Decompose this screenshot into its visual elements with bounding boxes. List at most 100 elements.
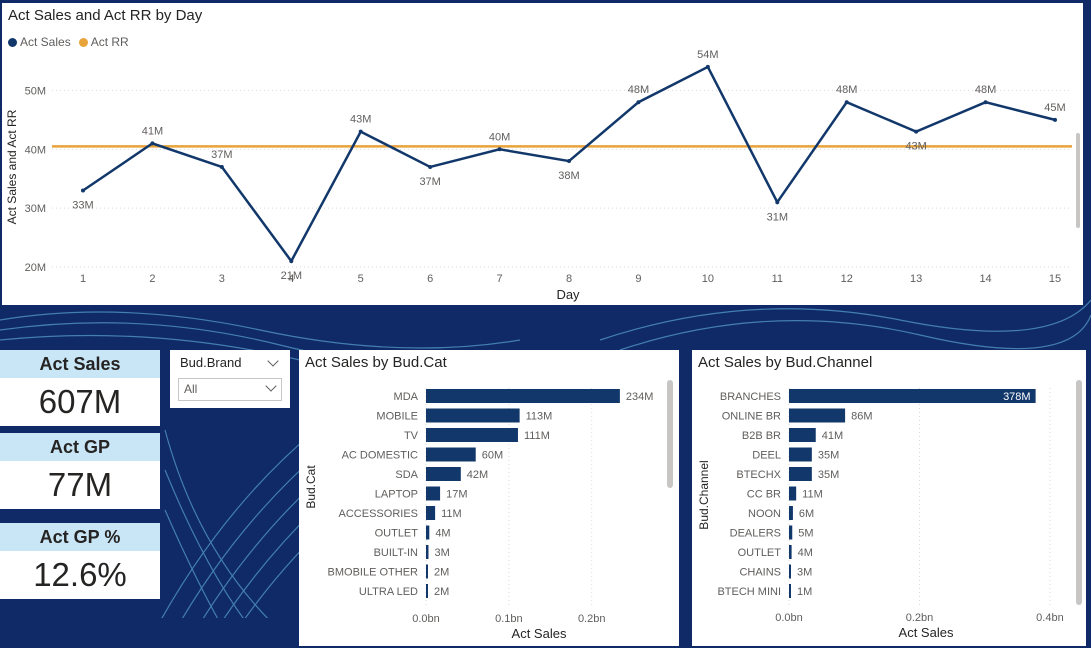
- bar-data-label: 2M: [434, 586, 449, 598]
- bar: [789, 525, 793, 540]
- channel-chart-scrollbar[interactable]: [1076, 380, 1082, 605]
- category-label: TV: [404, 430, 419, 442]
- x-tick-label: 9: [635, 273, 641, 285]
- bar-data-label: 234M: [626, 391, 654, 403]
- act-sales-data-label: 45M: [1044, 102, 1065, 114]
- bar-data-label: 11M: [441, 508, 462, 520]
- x-tick-label: 3: [219, 273, 225, 285]
- bar-data-label: 113M: [526, 411, 553, 423]
- act-sales-point: [983, 100, 988, 105]
- brand-dropdown-value: All: [184, 382, 198, 396]
- line-chart-plot: 20M30M40M50M 1 2 3 4 5 6 7 8 9 10 11 12 13 14 15 33M41…: [5, 49, 1072, 302]
- cat-chart-ylabel: Bud.Cat: [304, 465, 318, 509]
- line-chart-xlabel: Day: [556, 287, 580, 302]
- bar: [426, 486, 441, 501]
- y-tick-label: 40M: [25, 144, 46, 156]
- channel-chart-ylabel: Bud.Channel: [697, 460, 711, 529]
- act-sales-data-label: 43M: [350, 114, 371, 126]
- category-label: BMOBILE OTHER: [328, 567, 419, 579]
- bar: [789, 564, 791, 579]
- category-label: B2B BR: [742, 430, 781, 442]
- bar: [426, 447, 476, 462]
- act-sales-point: [636, 100, 641, 105]
- kpi-value-act-sales: 607M: [0, 378, 160, 426]
- category-label: SDA: [395, 469, 418, 481]
- act-sales-point: [1053, 117, 1057, 122]
- kpi-label-act-sales: Act Sales: [0, 350, 160, 378]
- bar-data-label: 3M: [434, 547, 449, 559]
- bar: [426, 564, 428, 579]
- channel-chart-panel[interactable]: Act Sales by Bud.Channel BRANCHES 378M ONL…: [692, 350, 1086, 646]
- slicer-collapse-chevron-icon[interactable]: [267, 355, 279, 367]
- cat-chart-scrollbar[interactable]: [667, 380, 673, 488]
- cat-chart-panel[interactable]: Act Sales by Bud.Cat MDA 234M MOBILE 113M TV…: [299, 350, 679, 646]
- bar: [426, 525, 430, 540]
- x-tick-label: 15: [1049, 273, 1061, 285]
- line-chart-panel[interactable]: Act Sales and Act RR by Day Act Sales Ac…: [2, 3, 1083, 305]
- bar-data-label: 11M: [802, 489, 823, 501]
- x-tick-label: 0.2bn: [578, 613, 606, 625]
- act-sales-point: [219, 164, 224, 169]
- x-tick-label: 0.2bn: [906, 612, 934, 624]
- x-tick-label: 8: [566, 273, 572, 285]
- bar-data-label: 5M: [798, 528, 813, 540]
- act-sales-data-label: 48M: [628, 84, 649, 96]
- bar-data-label: 60M: [482, 450, 503, 462]
- bar-data-label: 6M: [799, 508, 814, 520]
- brand-slicer-title: Bud.Brand: [180, 355, 242, 370]
- act-sales-data-label: 21M: [281, 270, 302, 282]
- y-tick-label: 30M: [25, 203, 46, 215]
- bar-data-label: 35M: [818, 469, 839, 481]
- act-sales-point: [844, 100, 849, 105]
- bar: [426, 389, 620, 403]
- line-chart-scrollbar[interactable]: [1076, 133, 1080, 228]
- x-tick-label: 11: [772, 273, 783, 285]
- category-label: DEEL: [752, 450, 781, 462]
- bar-data-label: 35M: [818, 450, 839, 462]
- bar-data-label: 86M: [851, 411, 872, 423]
- act-sales-point: [150, 141, 155, 146]
- cat-chart-xlabel: Act Sales: [512, 626, 567, 641]
- bar-data-label: 17M: [446, 489, 467, 501]
- act-sales-data-label: 33M: [72, 199, 93, 211]
- chevron-down-icon: [265, 380, 277, 392]
- line-chart-ylabel: Act Sales and Act RR: [5, 109, 19, 224]
- bar: [426, 584, 428, 598]
- x-tick-label: 10: [702, 273, 714, 285]
- x-tick-label: 0.0bn: [775, 612, 803, 624]
- bar-data-label: 111M: [524, 430, 550, 442]
- act-sales-data-label: 43M: [905, 141, 926, 153]
- bar: [789, 506, 793, 520]
- act-sales-data-label: 37M: [211, 149, 232, 161]
- channel-chart-xlabel: Act Sales: [899, 625, 954, 640]
- act-sales-point: [497, 147, 502, 152]
- bar: [789, 584, 791, 598]
- bar: [789, 545, 792, 559]
- act-sales-data-label: 48M: [836, 84, 857, 96]
- bar: [789, 428, 816, 442]
- kpi-label-act-gp: Act GP: [0, 433, 160, 461]
- category-label: MOBILE: [376, 411, 418, 423]
- bar: [426, 506, 436, 520]
- category-label: DEALERS: [730, 528, 781, 540]
- kpi-value-act-gp: 77M: [0, 461, 160, 509]
- category-label: BTECH MINI: [717, 586, 781, 598]
- y-tick-label: 50M: [25, 85, 46, 97]
- x-tick-label: 6: [427, 273, 433, 285]
- act-sales-data-label: 40M: [489, 131, 510, 143]
- bar: [426, 428, 518, 442]
- bar-data-label: 41M: [822, 430, 843, 442]
- category-label: CC BR: [747, 489, 781, 501]
- category-label: BRANCHES: [720, 391, 781, 403]
- x-tick-label: 0.4bn: [1036, 612, 1064, 624]
- bar-data-label: 2M: [434, 567, 449, 579]
- bar-data-label: 4M: [798, 547, 813, 559]
- category-label: ACCESSORIES: [339, 508, 418, 520]
- brand-dropdown[interactable]: All: [178, 378, 282, 401]
- bar: [789, 408, 846, 423]
- category-label: CHAINS: [739, 567, 781, 579]
- act-sales-data-label: 37M: [419, 176, 440, 188]
- bar: [789, 389, 1036, 403]
- x-tick-label: 12: [841, 273, 853, 285]
- category-label: OUTLET: [375, 528, 419, 540]
